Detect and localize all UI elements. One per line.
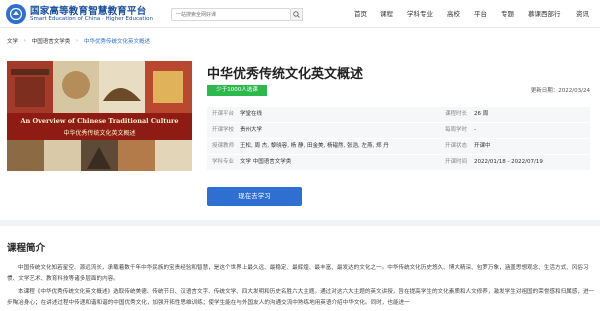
search-button[interactable] — [291, 8, 303, 21]
cover-title-en: An Overview of Chinese Traditional Cultu… — [20, 117, 179, 125]
info-label: 开课时间 — [445, 159, 468, 165]
info-label: 课程时长 — [445, 111, 468, 117]
nav-disciplines[interactable]: 学科专业 — [407, 8, 433, 18]
info-row-school: 开课学校 贵州大学 每周学时 - — [207, 123, 590, 138]
brand-title[interactable]: 国家高等教育智慧教育平台 — [30, 3, 146, 17]
info-label: 学科专业 — [212, 159, 235, 165]
cover-title-cn: 中华优秀传统文化英文概述 — [63, 130, 136, 137]
intro-paragraph-1: 中国传统文化知若星空、源远流长，承载着数千年中华民族的宝贵经验和智慧，是这个世界… — [7, 265, 589, 282]
status-value: 开课中 — [474, 143, 491, 149]
school-value[interactable]: 贵州大学 — [240, 123, 262, 138]
breadcrumb-separator-icon: › — [75, 38, 79, 44]
nav-topics[interactable]: 专题 — [501, 8, 514, 18]
breadcrumb-category[interactable]: 中国语言文学类 — [32, 37, 71, 45]
search-icon — [293, 11, 300, 18]
nav-news[interactable]: 资讯 — [576, 8, 589, 18]
info-label: 开课学校 — [212, 127, 235, 133]
brand-subtitle: Smart Education of China · Higher Educat… — [30, 16, 153, 22]
discipline-value: 文学 中国语言文学类 — [240, 159, 292, 165]
info-label: 授课教师 — [212, 143, 235, 149]
course-cover-image: An Overview of Chinese Traditional Cultu… — [7, 61, 192, 171]
info-label: 开课状态 — [445, 143, 468, 149]
info-row-discipline: 学科专业 文学 中国语言文学类 开课时间 2022/01/18 - 2022/0… — [207, 155, 590, 170]
nav-universities[interactable]: 高校 — [447, 8, 460, 18]
intro-heading: 课程简介 — [7, 243, 46, 254]
study-now-button[interactable]: 现在去学习 — [207, 187, 302, 206]
weekly-hours-value: - — [474, 127, 476, 133]
nav-platforms[interactable]: 平台 — [474, 8, 487, 18]
learners-badge: 少于1000人选课 — [207, 85, 267, 96]
platform-logo[interactable] — [6, 4, 26, 24]
teachers-value: 王松, 周 杰, 黎晓容, 杨 静, 田金美, 杨韫然, 张浩, 左燕, 郑 丹 — [240, 143, 389, 149]
intro-paragraph-2: 本课程《中华优秀传统文化英文概述》选取传统美德、传统节日、汉语言文字、传统文学、… — [7, 289, 595, 306]
info-row-teachers: 授课教师 王松, 周 杰, 黎晓容, 杨 静, 田金美, 杨韫然, 张浩, 左燕… — [207, 139, 590, 154]
update-date: 更新日期：2022/03/24 — [530, 88, 590, 94]
nav-mooc-west[interactable]: 慕课西部行 — [528, 8, 561, 18]
breadcrumb-discipline[interactable]: 文学 — [7, 37, 18, 45]
section-divider — [0, 220, 600, 226]
info-row-platform: 开课平台 学堂在线 课程时长 26 周 — [207, 107, 590, 122]
info-label: 开课平台 — [212, 111, 235, 117]
breadcrumb: 文学 › 中国语言文学类 › 中华优秀传统文化英文概述 — [7, 37, 150, 45]
schedule-value: 2022/01/18 - 2022/07/19 — [474, 159, 543, 165]
breadcrumb-current: 中华优秀传统文化英文概述 — [83, 39, 150, 45]
duration-value: 26 周 — [474, 111, 489, 117]
nav-home[interactable]: 首页 — [354, 8, 367, 18]
platform-value[interactable]: 学堂在线 — [240, 107, 262, 122]
top-header: 国家高等教育智慧教育平台 Smart Education of China · … — [0, 0, 600, 28]
nav-courses[interactable]: 课程 — [380, 8, 393, 18]
breadcrumb-separator-icon: › — [23, 38, 26, 44]
info-label: 每周学时 — [445, 127, 468, 133]
search-input[interactable] — [171, 8, 291, 21]
course-title: 中华优秀传统文化英文概述 — [207, 67, 364, 82]
